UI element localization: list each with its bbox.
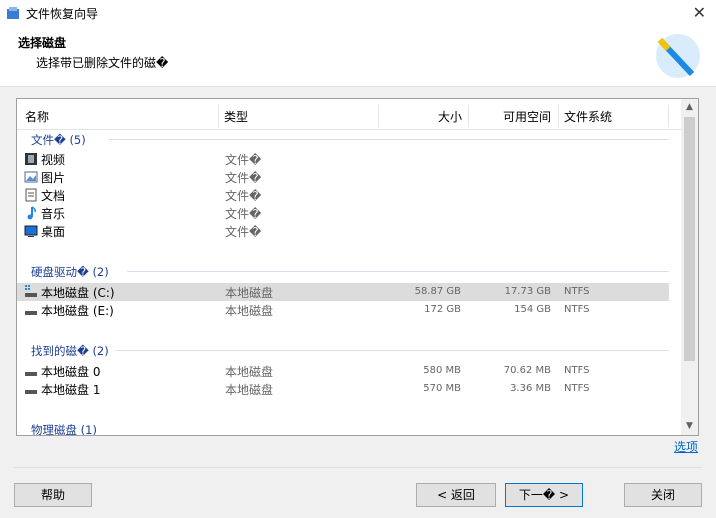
desktop-icon [24, 225, 38, 237]
back-button[interactable]: < 返回 [416, 483, 496, 507]
title-bar: 文件恢复向导 ✕ [0, 0, 716, 26]
column-divider[interactable] [558, 105, 559, 127]
page-subtitle: 选择带已删除文件的磁� [36, 56, 169, 70]
group-divider [115, 350, 669, 351]
hard-drive-icon [25, 311, 37, 315]
list-item-music[interactable]: 音乐 文件� [17, 204, 669, 222]
list-item-drive-e[interactable]: 本地磁盘 (E:) 本地磁盘 172 GB 154 GB NTFS [17, 301, 669, 319]
list-item-disk-1[interactable]: 本地磁盘 1 本地磁盘 570 MB 3.36 MB NTFS [17, 380, 669, 398]
group-found-label: 找到的磁� (2) [31, 344, 109, 358]
list-item-video[interactable]: 视频 文件� [17, 150, 669, 168]
group-physical-label: 物理磁盘 (1) [31, 423, 97, 436]
help-button[interactable]: 帮助 [14, 483, 92, 507]
list-item-pictures[interactable]: 图片 文件� [17, 168, 669, 186]
options-link[interactable]: 选项 [674, 438, 698, 455]
column-type[interactable]: 类型 [224, 108, 248, 125]
video-icon [25, 153, 37, 165]
list-item-documents[interactable]: 文档 文件� [17, 186, 669, 204]
document-icon [25, 188, 37, 202]
column-name[interactable]: 名称 [25, 108, 49, 125]
app-icon [7, 7, 19, 19]
column-divider[interactable] [378, 105, 379, 127]
scroll-thumb[interactable] [684, 117, 695, 361]
list-item-disk-0[interactable]: 本地磁盘 0 本地磁盘 580 MB 70.62 MB NTFS [17, 362, 669, 380]
vertical-scrollbar[interactable]: ▲ ▼ [681, 99, 698, 435]
disk-list[interactable]: 名称 类型 大小 可用空间 文件系统 文件� (5) 视频 文件� 图片 文件�… [16, 98, 699, 436]
column-size[interactable]: 大小 [438, 108, 462, 125]
hard-drive-icon [25, 390, 37, 394]
group-divider [109, 139, 669, 140]
scroll-down-icon[interactable]: ▼ [681, 418, 698, 435]
column-filesystem[interactable]: 文件系统 [564, 108, 612, 125]
group-files-label: 文件� (5) [31, 133, 86, 147]
music-icon [27, 206, 36, 220]
column-divider[interactable] [668, 105, 669, 127]
scroll-up-icon[interactable]: ▲ [681, 99, 698, 116]
magic-wand-icon [656, 34, 700, 78]
image-icon [24, 171, 38, 183]
footer-divider [14, 467, 702, 468]
close-window-button[interactable]: ✕ [693, 3, 706, 22]
column-divider[interactable] [468, 105, 469, 127]
group-drives-label: 硬盘驱动� (2) [31, 265, 109, 279]
wizard-header: 选择磁盘 选择带已删除文件的磁� [0, 26, 716, 87]
group-divider [127, 271, 669, 272]
column-header: 名称 类型 大小 可用空间 文件系统 [17, 99, 681, 130]
list-item-drive-c[interactable]: 本地磁盘 (C:) 本地磁盘 58.87 GB 17.73 GB NTFS [17, 283, 669, 301]
window-title: 文件恢复向导 [26, 7, 99, 21]
hard-drive-icon [25, 372, 37, 376]
column-free-space[interactable]: 可用空间 [503, 108, 551, 125]
close-button[interactable]: 关闭 [624, 483, 702, 507]
hard-drive-icon [25, 285, 37, 297]
list-item-desktop[interactable]: 桌面 文件� [17, 222, 669, 240]
column-divider[interactable] [218, 105, 219, 127]
page-title: 选择磁盘 [18, 36, 67, 50]
next-button[interactable]: 下一� > [505, 483, 583, 507]
